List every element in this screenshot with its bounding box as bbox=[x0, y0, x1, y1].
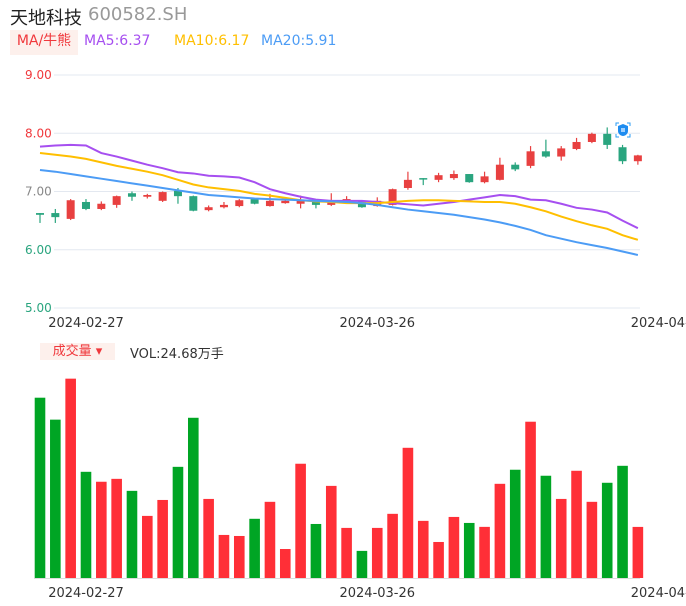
volume-bar bbox=[617, 465, 628, 578]
volume-bar bbox=[172, 466, 184, 578]
volume-bar bbox=[540, 475, 552, 578]
y-tick-label: 7.00 bbox=[25, 185, 52, 199]
candle-up bbox=[97, 203, 106, 209]
volume-bar bbox=[50, 419, 61, 578]
candle-up bbox=[633, 155, 642, 162]
price-volume-chart: 9.008.007.006.005.002024-02-27 2024-03-26… bbox=[25, 68, 686, 601]
volume-value: VOL:24.68万手 bbox=[130, 347, 224, 362]
volume-x-tick-label: 2024-03-26 bbox=[339, 586, 415, 601]
candle-up bbox=[219, 204, 228, 208]
volume-bar bbox=[310, 523, 322, 578]
candle-down bbox=[419, 178, 428, 180]
candle-up bbox=[587, 133, 596, 142]
candle-down bbox=[541, 151, 550, 157]
volume-bar bbox=[126, 490, 138, 578]
volume-bar bbox=[417, 520, 429, 578]
volume-bar bbox=[525, 421, 536, 578]
volume-bar bbox=[264, 501, 276, 578]
volume-bar bbox=[463, 522, 475, 578]
volume-bar bbox=[233, 535, 245, 578]
event-marker-icon[interactable] bbox=[615, 122, 631, 138]
volume-bar bbox=[448, 516, 460, 578]
volume-x-tick-label: 2024-02-27 bbox=[48, 586, 124, 601]
candle-up bbox=[158, 192, 167, 201]
volume-bar bbox=[325, 485, 337, 578]
candle-up bbox=[235, 200, 244, 207]
candle-down bbox=[36, 213, 44, 215]
candle-down bbox=[81, 201, 90, 209]
volume-bar bbox=[249, 518, 260, 578]
candle-down bbox=[127, 193, 136, 197]
x-tick-label: 2024-03-26 bbox=[339, 316, 415, 331]
candle-up bbox=[526, 151, 535, 166]
candle-up bbox=[143, 194, 152, 197]
volume-bar bbox=[65, 378, 76, 578]
volume-bar bbox=[371, 527, 383, 578]
candle-up bbox=[265, 200, 274, 207]
volume-bar bbox=[279, 549, 291, 578]
candle-down bbox=[51, 213, 60, 218]
candle-up bbox=[557, 148, 566, 157]
candle-up bbox=[281, 200, 290, 204]
candle-down bbox=[603, 133, 612, 145]
ma5-line bbox=[39, 143, 639, 230]
volume-bar bbox=[555, 498, 567, 578]
volume-bar bbox=[96, 481, 107, 578]
volume-bar bbox=[188, 417, 199, 578]
volume-x-tick-label: 2024-04-24 bbox=[631, 586, 686, 601]
volume-bar bbox=[433, 541, 444, 578]
candle-down bbox=[189, 196, 198, 211]
volume-bar bbox=[586, 501, 598, 578]
volume-bar bbox=[509, 469, 521, 578]
volume-bar bbox=[80, 471, 92, 578]
candle-down bbox=[618, 147, 627, 162]
candle-up bbox=[434, 175, 443, 180]
volume-bar bbox=[142, 515, 153, 578]
volume-bar bbox=[111, 478, 122, 578]
volume-bar bbox=[295, 463, 306, 578]
volume-bar bbox=[341, 527, 352, 578]
volume-bar bbox=[356, 550, 368, 578]
volume-bar bbox=[34, 397, 46, 578]
volume-bar bbox=[494, 483, 506, 578]
volume-indicator-tab[interactable]: 成交量 ▾ bbox=[40, 343, 115, 360]
volume-bar bbox=[402, 447, 414, 578]
candle-up bbox=[204, 207, 213, 211]
volume-bar bbox=[632, 526, 644, 578]
candle-down bbox=[511, 164, 520, 170]
y-tick-label: 8.00 bbox=[25, 126, 52, 140]
candle-up bbox=[112, 196, 121, 205]
candle-up bbox=[495, 164, 504, 180]
volume-bar bbox=[479, 526, 490, 578]
x-tick-label: 2024-04-24 bbox=[631, 316, 686, 331]
volume-bar bbox=[218, 534, 230, 578]
volume-bar bbox=[571, 470, 582, 578]
candle-down bbox=[465, 174, 474, 183]
candle-up bbox=[480, 176, 489, 183]
candle-down bbox=[250, 199, 259, 204]
y-tick-label: 5.00 bbox=[25, 301, 52, 315]
volume-bar bbox=[601, 482, 613, 578]
candle-up bbox=[449, 174, 458, 179]
volume-bar bbox=[387, 513, 398, 578]
candle-up bbox=[572, 141, 581, 149]
x-tick-label: 2024-02-27 bbox=[48, 316, 124, 331]
volume-bar bbox=[203, 498, 214, 578]
y-tick-label: 9.00 bbox=[25, 68, 52, 82]
candle-up bbox=[66, 200, 75, 219]
candle-up bbox=[403, 179, 412, 189]
volume-bar bbox=[157, 499, 168, 578]
y-tick-label: 6.00 bbox=[25, 243, 52, 257]
